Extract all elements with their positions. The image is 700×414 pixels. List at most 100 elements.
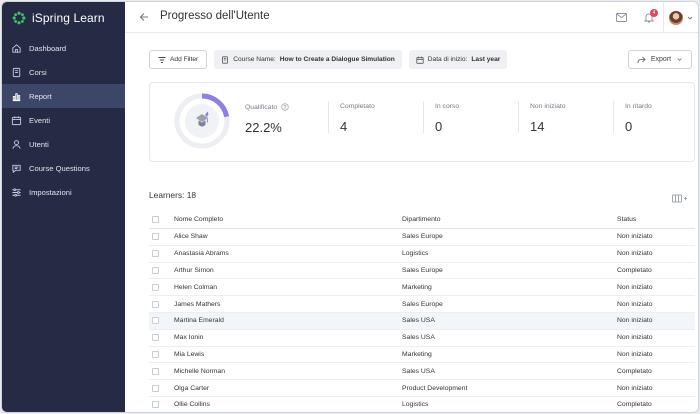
- export-button[interactable]: Export: [628, 50, 692, 69]
- cell-status: Non iniziato: [617, 350, 653, 358]
- table-body: Alice Shaw Sales Europe Non iniziato Anasta…: [149, 229, 695, 412]
- sidebar-nav: Dashboard Corsi Report Eventi Utenti Cou…: [2, 36, 125, 204]
- table-row[interactable]: Anastasia Abrams Logistics Non iniziato: [149, 246, 695, 263]
- stat-value: 22.2%: [245, 120, 282, 135]
- filter-bar: Add Filter Course Name: How to Create a …: [149, 50, 508, 69]
- table-row[interactable]: Helen Colman Marketing Non iniziato: [149, 279, 695, 297]
- sidebar-item-corsi[interactable]: Corsi: [2, 60, 125, 84]
- table-row[interactable]: Max Ionin Sales USA Non iniziato: [149, 330, 695, 347]
- cell-department: Logistics: [402, 401, 429, 409]
- stats-panel: Qualificato 22.2% Completato 4 In corso …: [149, 82, 695, 162]
- sidebar: iSpring Learn Dashboard Corsi Report Eve…: [2, 2, 125, 412]
- stat-value: 14: [530, 119, 545, 134]
- row-checkbox[interactable]: [152, 250, 159, 258]
- row-checkbox[interactable]: [152, 401, 159, 409]
- table-row[interactable]: James Mathers Sales Europe Non iniziato: [149, 296, 695, 313]
- share-icon: [637, 56, 646, 63]
- cell-department: Sales Europe: [402, 233, 443, 241]
- main-content: Progresso dell'Utente 4 Add Filter Cours…: [125, 2, 698, 412]
- stat-label: Completato: [340, 103, 375, 110]
- row-checkbox[interactable]: [152, 367, 159, 375]
- sidebar-item-impostazioni[interactable]: Impostazioni: [2, 180, 125, 204]
- sidebar-item-label: Eventi: [29, 115, 51, 125]
- sidebar-item-report[interactable]: Report: [2, 84, 125, 108]
- cell-name: Michelle Norman: [174, 367, 225, 375]
- help-icon[interactable]: [281, 103, 289, 111]
- column-header-department[interactable]: Dipartimento: [402, 216, 441, 223]
- stat-label: In ritardo: [625, 103, 652, 110]
- cell-department: Sales USA: [402, 317, 435, 325]
- chart-icon: [12, 92, 21, 101]
- cell-name: Martina Emerald: [174, 317, 224, 325]
- course-icon: [222, 55, 229, 64]
- sidebar-item-utenti[interactable]: Utenti: [2, 132, 125, 156]
- app-window: iSpring Learn Dashboard Corsi Report Eve…: [1, 1, 699, 413]
- row-checkbox[interactable]: [152, 317, 159, 325]
- column-header-name[interactable]: Nome Completo: [174, 216, 223, 223]
- divider: [518, 101, 519, 133]
- sidebar-item-eventi[interactable]: Eventi: [2, 108, 125, 132]
- top-bar: Progresso dell'Utente 4: [125, 2, 698, 33]
- table-row[interactable]: Ollie Collins Logistics Completato: [149, 397, 695, 412]
- cell-department: Logistics: [402, 250, 429, 258]
- date-filter-value: Last year: [471, 56, 501, 63]
- row-checkbox[interactable]: [152, 384, 159, 392]
- row-checkbox[interactable]: [152, 266, 159, 274]
- table-row[interactable]: Martina Emerald Sales USA Non iniziato: [149, 312, 695, 330]
- sidebar-item-course-questions[interactable]: Course Questions: [2, 156, 125, 180]
- select-all-checkbox[interactable]: [152, 216, 159, 223]
- logo[interactable]: iSpring Learn: [2, 2, 125, 34]
- sidebar-item-dashboard[interactable]: Dashboard: [2, 36, 125, 60]
- notifications-button[interactable]: 4: [635, 2, 663, 33]
- user-icon: [12, 139, 21, 149]
- cell-name: James Mathers: [174, 300, 221, 308]
- stat-value: 0: [625, 119, 633, 134]
- date-filter-chip[interactable]: Data di inizio: Last year: [408, 50, 508, 69]
- chevron-down-icon: [677, 58, 682, 61]
- cell-name: Ollie Collins: [174, 401, 210, 409]
- top-actions: 4: [607, 2, 698, 33]
- mail-icon: [615, 13, 627, 22]
- cell-status: Completato: [617, 401, 652, 409]
- learners-count: Learners: 18: [149, 190, 197, 200]
- table-row[interactable]: Michelle Norman Sales USA Completato: [149, 363, 695, 381]
- cell-department: Sales Europe: [402, 300, 443, 308]
- cell-name: Mia Lewis: [174, 350, 205, 358]
- cell-status: Non iniziato: [617, 233, 653, 241]
- sidebar-item-label: Impostazioni: [29, 187, 72, 197]
- sliders-icon: [12, 187, 21, 197]
- row-checkbox[interactable]: [152, 334, 159, 342]
- columns-settings-icon[interactable]: [672, 194, 688, 203]
- add-filter-button[interactable]: Add Filter: [149, 50, 208, 69]
- cell-status: Non iniziato: [617, 283, 653, 291]
- cell-status: Completato: [617, 266, 652, 274]
- row-checkbox[interactable]: [152, 233, 159, 241]
- table-row[interactable]: Mia Lewis Marketing Non iniziato: [149, 347, 695, 364]
- course-filter-chip[interactable]: Course Name: How to Create a Dialogue Si…: [214, 50, 402, 69]
- row-checkbox[interactable]: [152, 300, 159, 308]
- back-arrow-icon[interactable]: [138, 11, 150, 23]
- sidebar-item-label: Utenti: [29, 139, 49, 149]
- cell-department: Marketing: [402, 283, 432, 291]
- sidebar-item-label: Corsi: [29, 67, 47, 77]
- export-label: Export: [650, 56, 672, 63]
- profile-menu[interactable]: [664, 2, 698, 33]
- column-header-status[interactable]: Status: [617, 216, 636, 223]
- row-checkbox[interactable]: [152, 350, 159, 358]
- stat-completed: Completato 4: [340, 103, 375, 134]
- messages-button[interactable]: [607, 2, 635, 33]
- stat-value: 0: [435, 119, 443, 134]
- table-row[interactable]: Arthur Simon Sales Europe Completato: [149, 263, 695, 280]
- course-filter-key: Course Name:: [233, 56, 276, 63]
- table-row[interactable]: Olga Carter Product Development Non inizia…: [149, 380, 695, 397]
- table-row[interactable]: Alice Shaw Sales Europe Non iniziato: [149, 229, 695, 246]
- cell-status: Non iniziato: [617, 334, 653, 342]
- row-checkbox[interactable]: [152, 283, 159, 291]
- cell-status: Completato: [617, 367, 652, 375]
- course-icon: [12, 67, 21, 77]
- sidebar-item-label: Course Questions: [29, 163, 90, 173]
- stat-label: Non iniziato: [530, 103, 566, 110]
- ispring-logo-icon: [12, 11, 26, 25]
- stat-qualified: Qualificato 22.2%: [245, 103, 289, 135]
- cell-department: Sales USA: [402, 334, 435, 342]
